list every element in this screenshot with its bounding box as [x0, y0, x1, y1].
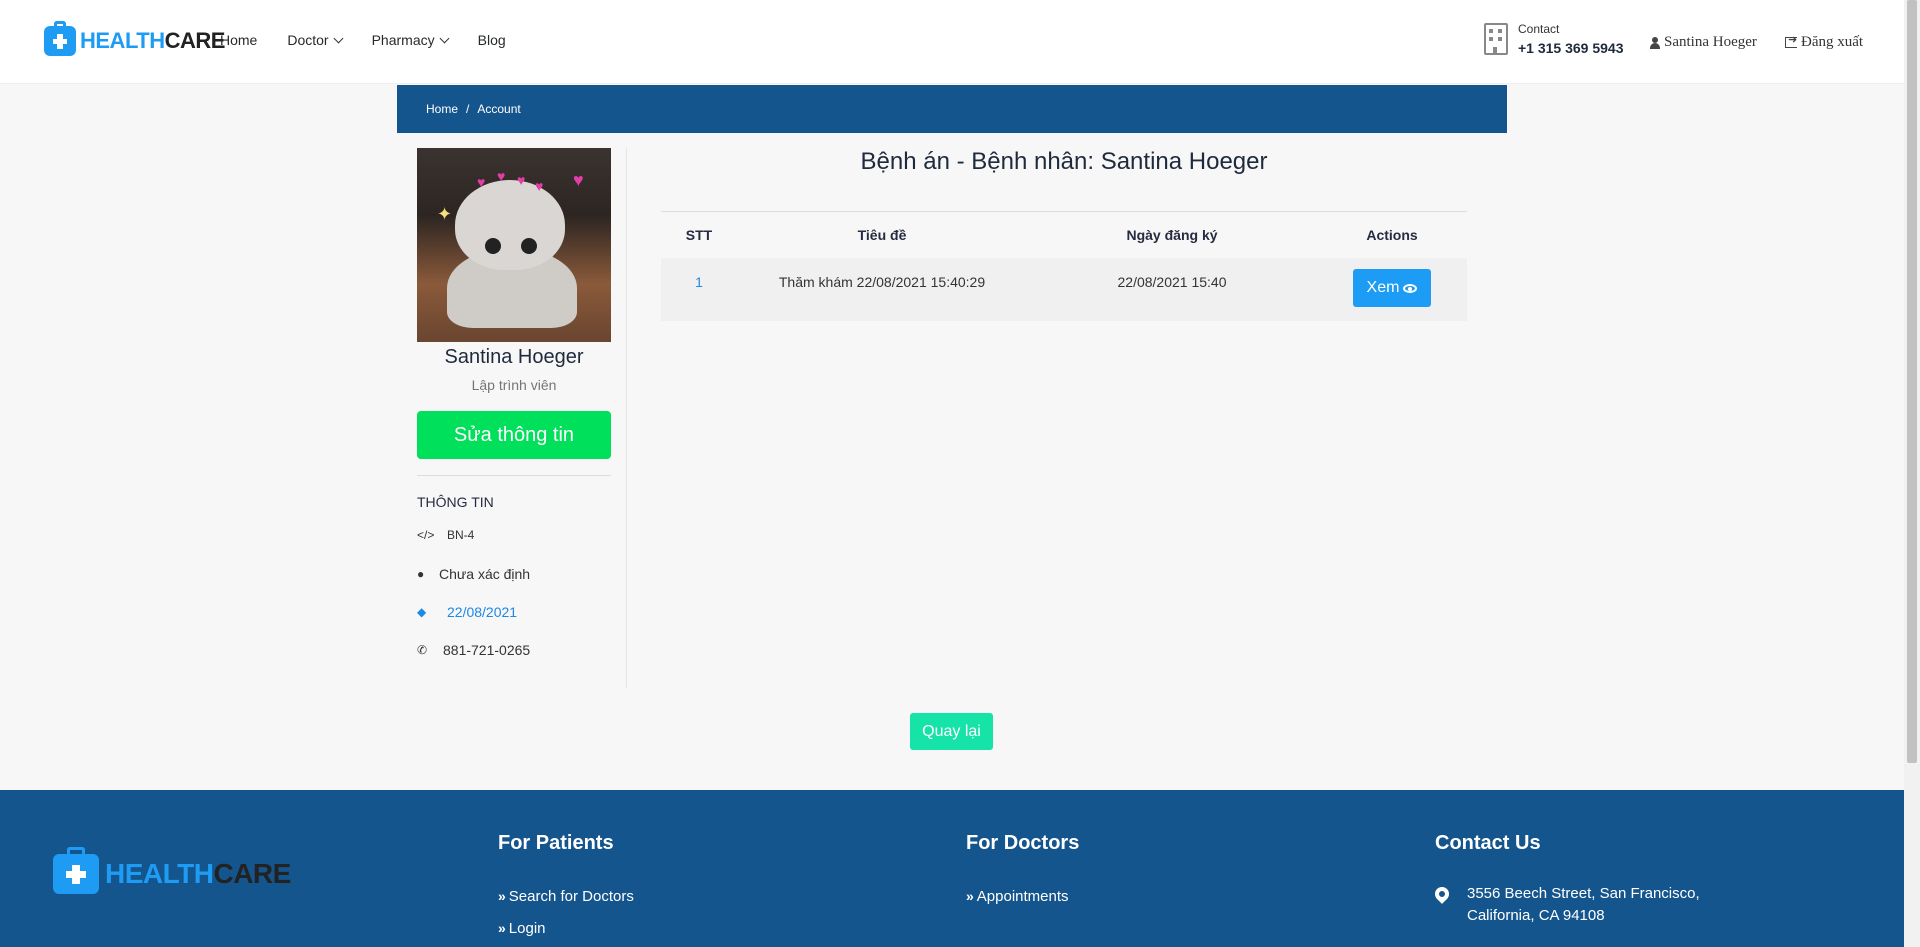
patient-location-value: Chưa xác định: [439, 566, 531, 582]
patient-location: ● Chưa xác định: [417, 566, 611, 582]
logo-text-health: HEALTH: [80, 28, 165, 53]
sidebar-divider: [626, 148, 627, 688]
chevron-down-icon: [439, 33, 450, 43]
footer-link-login[interactable]: » Login: [498, 912, 634, 944]
col-date: Ngày đăng ký: [1126, 227, 1218, 243]
map-marker-icon: ●: [417, 567, 425, 581]
sign-out-icon: [1785, 33, 1797, 48]
scrollbar-thumb[interactable]: [1907, 0, 1917, 763]
double-chevron-right-icon: »: [966, 888, 974, 904]
page-title: Bệnh án - Bệnh nhân: Santina Hoeger: [860, 148, 1268, 175]
main-nav: Home Doctor Pharmacy Blog: [220, 32, 506, 48]
col-stt: STT: [685, 227, 713, 243]
row-title: Thăm khám 22/08/2021 15:40:29: [778, 274, 986, 290]
patient-phone-value: 881-721-0265: [443, 642, 531, 658]
double-chevron-right-icon: »: [498, 888, 506, 904]
medical-kit-icon: [53, 847, 99, 894]
footer-patients-title: For Patients: [498, 832, 614, 854]
table-row: 1 Thăm khám 22/08/2021 15:40:29 22/08/20…: [661, 258, 1467, 321]
avatar: ♥ ♥ ♥ ♥ ♥ ✦: [417, 148, 611, 342]
footer-doctors-title: For Doctors: [966, 832, 1080, 854]
divider: [417, 475, 611, 476]
nav-home[interactable]: Home: [220, 32, 257, 48]
patient-phone: ✆ 881-721-0265: [417, 642, 611, 658]
footer: HEALTHCARE For Patients » Search for Doct…: [0, 790, 1904, 947]
footer-logo-health: HEALTH: [105, 858, 214, 889]
nav-pharmacy-label: Pharmacy: [371, 32, 435, 48]
profile-sidebar: ♥ ♥ ♥ ♥ ♥ ✦ Santina Hoeger Lập trình viê…: [417, 148, 611, 658]
user-icon: [1650, 36, 1660, 49]
nav-doctor-label: Doctor: [287, 32, 329, 48]
row-date: 22/08/2021 15:40: [1117, 274, 1227, 290]
eye-icon: [1403, 283, 1418, 293]
footer-address: 3556 Beech Street, San Francisco, Califo…: [1467, 885, 1700, 924]
breadcrumb-home[interactable]: Home: [426, 102, 458, 116]
building-icon: [1484, 23, 1508, 55]
view-record-button[interactable]: Xem: [1352, 269, 1432, 307]
view-button-label: Xem: [1366, 279, 1400, 296]
footer-logo[interactable]: HEALTHCARE: [53, 847, 291, 894]
contact-phone[interactable]: +1 315 369 5943: [1518, 40, 1624, 56]
nav-home-label: Home: [220, 32, 258, 48]
footer-doctors: For Doctors » Appointments: [966, 832, 1079, 912]
nav-blog[interactable]: Blog: [478, 32, 506, 48]
edit-profile-button[interactable]: Sửa thông tin: [417, 411, 611, 459]
patient-code-value: BN-4: [447, 528, 475, 542]
patient-date: ◆ 22/08/2021: [417, 604, 611, 620]
col-actions: Actions: [1366, 227, 1418, 243]
nav-blog-label: Blog: [477, 32, 506, 48]
profile-role: Lập trình viên: [471, 377, 557, 393]
tags-icon: ◆: [417, 605, 427, 619]
user-profile-link[interactable]: Santina Hoeger: [1650, 34, 1757, 51]
double-chevron-right-icon: »: [498, 920, 506, 936]
logout-label: Đăng xuất: [1801, 34, 1864, 50]
breadcrumb-separator: /: [466, 102, 470, 116]
user-name: Santina Hoeger: [1664, 34, 1757, 50]
header-contact: Contact +1 315 369 5943: [1484, 22, 1624, 56]
nav-pharmacy[interactable]: Pharmacy: [371, 32, 450, 48]
breadcrumb: Home / Account: [397, 85, 1507, 133]
site-logo[interactable]: HEALTHCARE: [44, 21, 226, 56]
medical-kit-icon: [44, 21, 76, 56]
code-icon: </>: [417, 528, 435, 542]
table-header: STT Tiêu đề Ngày đăng ký Actions: [661, 212, 1467, 258]
profile-name: Santina Hoeger: [444, 346, 584, 368]
logo-text-care: CARE: [164, 28, 226, 53]
records-table: STT Tiêu đề Ngày đăng ký Actions 1 Thăm …: [661, 211, 1467, 321]
patient-date-value: 22/08/2021: [447, 604, 518, 620]
col-title: Tiêu đề: [857, 227, 907, 243]
footer-patients: For Patients » Search for Doctors » Login: [498, 832, 634, 944]
footer-link-appointments[interactable]: » Appointments: [966, 880, 1079, 912]
nav-doctor[interactable]: Doctor: [287, 32, 344, 48]
breadcrumb-current: Account: [477, 102, 521, 116]
map-marker-icon: [1432, 884, 1452, 904]
footer-link-search-doctors[interactable]: » Search for Doctors: [498, 880, 634, 912]
footer-contact: Contact Us 3556 Beech Street, San Franci…: [1432, 832, 1700, 927]
logout-link[interactable]: Đăng xuất: [1785, 33, 1864, 51]
back-button[interactable]: Quay lại: [910, 713, 993, 750]
chevron-down-icon: [333, 33, 344, 43]
patient-code: </> BN-4: [417, 528, 611, 542]
contact-label: Contact: [1518, 22, 1560, 36]
info-title: THÔNG TIN: [417, 494, 494, 510]
row-stt[interactable]: 1: [661, 274, 737, 290]
footer-logo-care: CARE: [213, 858, 291, 889]
footer-contact-title: Contact Us: [1435, 832, 1541, 854]
page-scrollbar[interactable]: [1904, 0, 1920, 947]
top-header: HEALTHCARE Home Doctor Pharmacy Blog Con…: [0, 0, 1904, 84]
phone-icon: ✆: [417, 643, 428, 657]
